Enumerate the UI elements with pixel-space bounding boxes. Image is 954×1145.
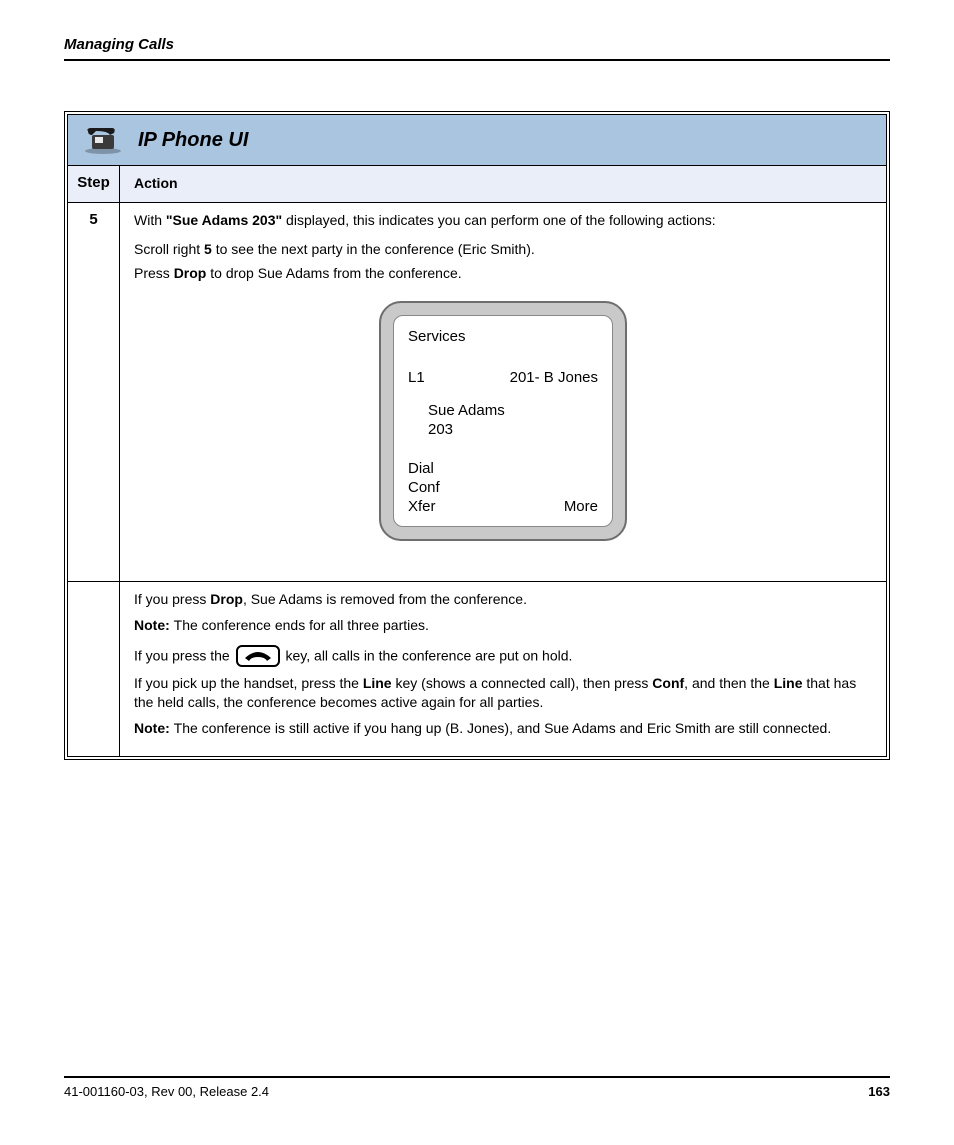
text: If you pick up the handset, press the bbox=[134, 675, 363, 691]
table-row: 5 With "Sue Adams 203" displayed, this i… bbox=[68, 203, 886, 583]
bullet-text: to see the next party in the conference … bbox=[212, 241, 535, 257]
bullet-text: to drop Sue Adams from the conference. bbox=[206, 265, 461, 281]
softkey-xfer: Xfer bbox=[408, 498, 440, 517]
footer-page-number: 163 bbox=[868, 1084, 890, 1099]
note-label: Note: bbox=[134, 720, 174, 736]
table-header-row: Step Action bbox=[68, 166, 886, 203]
hangup-key-icon bbox=[236, 645, 280, 667]
step-body: If you press Drop, Sue Adams is removed … bbox=[120, 582, 886, 756]
footer-rule bbox=[64, 1076, 890, 1078]
party-name: "Sue Adams 203" bbox=[166, 212, 282, 228]
procedure-table: IP Phone UI Step Action 5 With "Sue Adam… bbox=[64, 111, 890, 760]
column-header-step: Step bbox=[68, 166, 120, 202]
table-title-bar: IP Phone UI bbox=[68, 115, 886, 166]
key-name: 5 bbox=[204, 241, 212, 257]
text: If you press bbox=[134, 591, 210, 607]
softkey-conf: Conf bbox=[408, 479, 440, 498]
page-running-header: Managing Calls bbox=[64, 36, 890, 53]
softkey-more: More bbox=[564, 498, 598, 517]
bullet-text: Scroll right bbox=[134, 241, 204, 257]
step-body: With "Sue Adams 203" displayed, this ind… bbox=[120, 203, 886, 582]
lcd-line-indicator: L1 bbox=[408, 369, 425, 388]
note-body: The conference is still active if you ha… bbox=[174, 720, 832, 736]
text: , Sue Adams is removed from the conferen… bbox=[243, 591, 527, 607]
lcd-softkey-row: Dial Conf Xfer More bbox=[408, 460, 598, 516]
step-number-empty bbox=[68, 582, 120, 756]
text: With bbox=[134, 212, 166, 228]
lcd-selected-contact: Sue Adams 203 bbox=[428, 402, 598, 440]
softkey-dial: Dial bbox=[408, 460, 440, 479]
lcd-screen: Services L1 201- B Jones Sue Adams 203 bbox=[393, 315, 613, 527]
footer-doc-id: 41-001160-03, Rev 00, Release 2.4 bbox=[64, 1084, 269, 1099]
phone-icon bbox=[82, 125, 124, 155]
lcd-services-label: Services bbox=[408, 328, 598, 347]
lcd-contact-ext: 203 bbox=[428, 421, 598, 440]
step-number: 5 bbox=[68, 203, 120, 582]
text: key (shows a connected call), then press bbox=[392, 675, 653, 691]
text: displayed, this indicates you can perfor… bbox=[282, 212, 715, 228]
key-name: Drop bbox=[210, 591, 243, 607]
note-body: The conference ends for all three partie… bbox=[174, 617, 429, 633]
lcd-bezel: Services L1 201- B Jones Sue Adams 203 bbox=[379, 301, 627, 541]
table-row: If you press Drop, Sue Adams is removed … bbox=[68, 582, 886, 756]
phone-lcd-illustration: Services L1 201- B Jones Sue Adams 203 bbox=[134, 301, 872, 541]
key-name: Drop bbox=[174, 265, 207, 281]
bullet-text: Press bbox=[134, 265, 174, 281]
header-rule bbox=[64, 59, 890, 61]
key-name: Line bbox=[363, 675, 392, 691]
key-name: Line bbox=[774, 675, 803, 691]
note-label: Note: bbox=[134, 617, 174, 633]
page-footer: 41-001160-03, Rev 00, Release 2.4 163 bbox=[64, 1076, 890, 1099]
key-name: Conf bbox=[652, 675, 684, 691]
lcd-contact-name: Sue Adams bbox=[428, 402, 598, 421]
table-title: IP Phone UI bbox=[138, 129, 248, 152]
column-header-action: Action bbox=[120, 166, 886, 202]
text: key, all calls in the conference are put… bbox=[286, 647, 573, 663]
text: , and then the bbox=[684, 675, 774, 691]
text: If you press the bbox=[134, 647, 234, 663]
lcd-caller-id: 201- B Jones bbox=[510, 369, 598, 388]
